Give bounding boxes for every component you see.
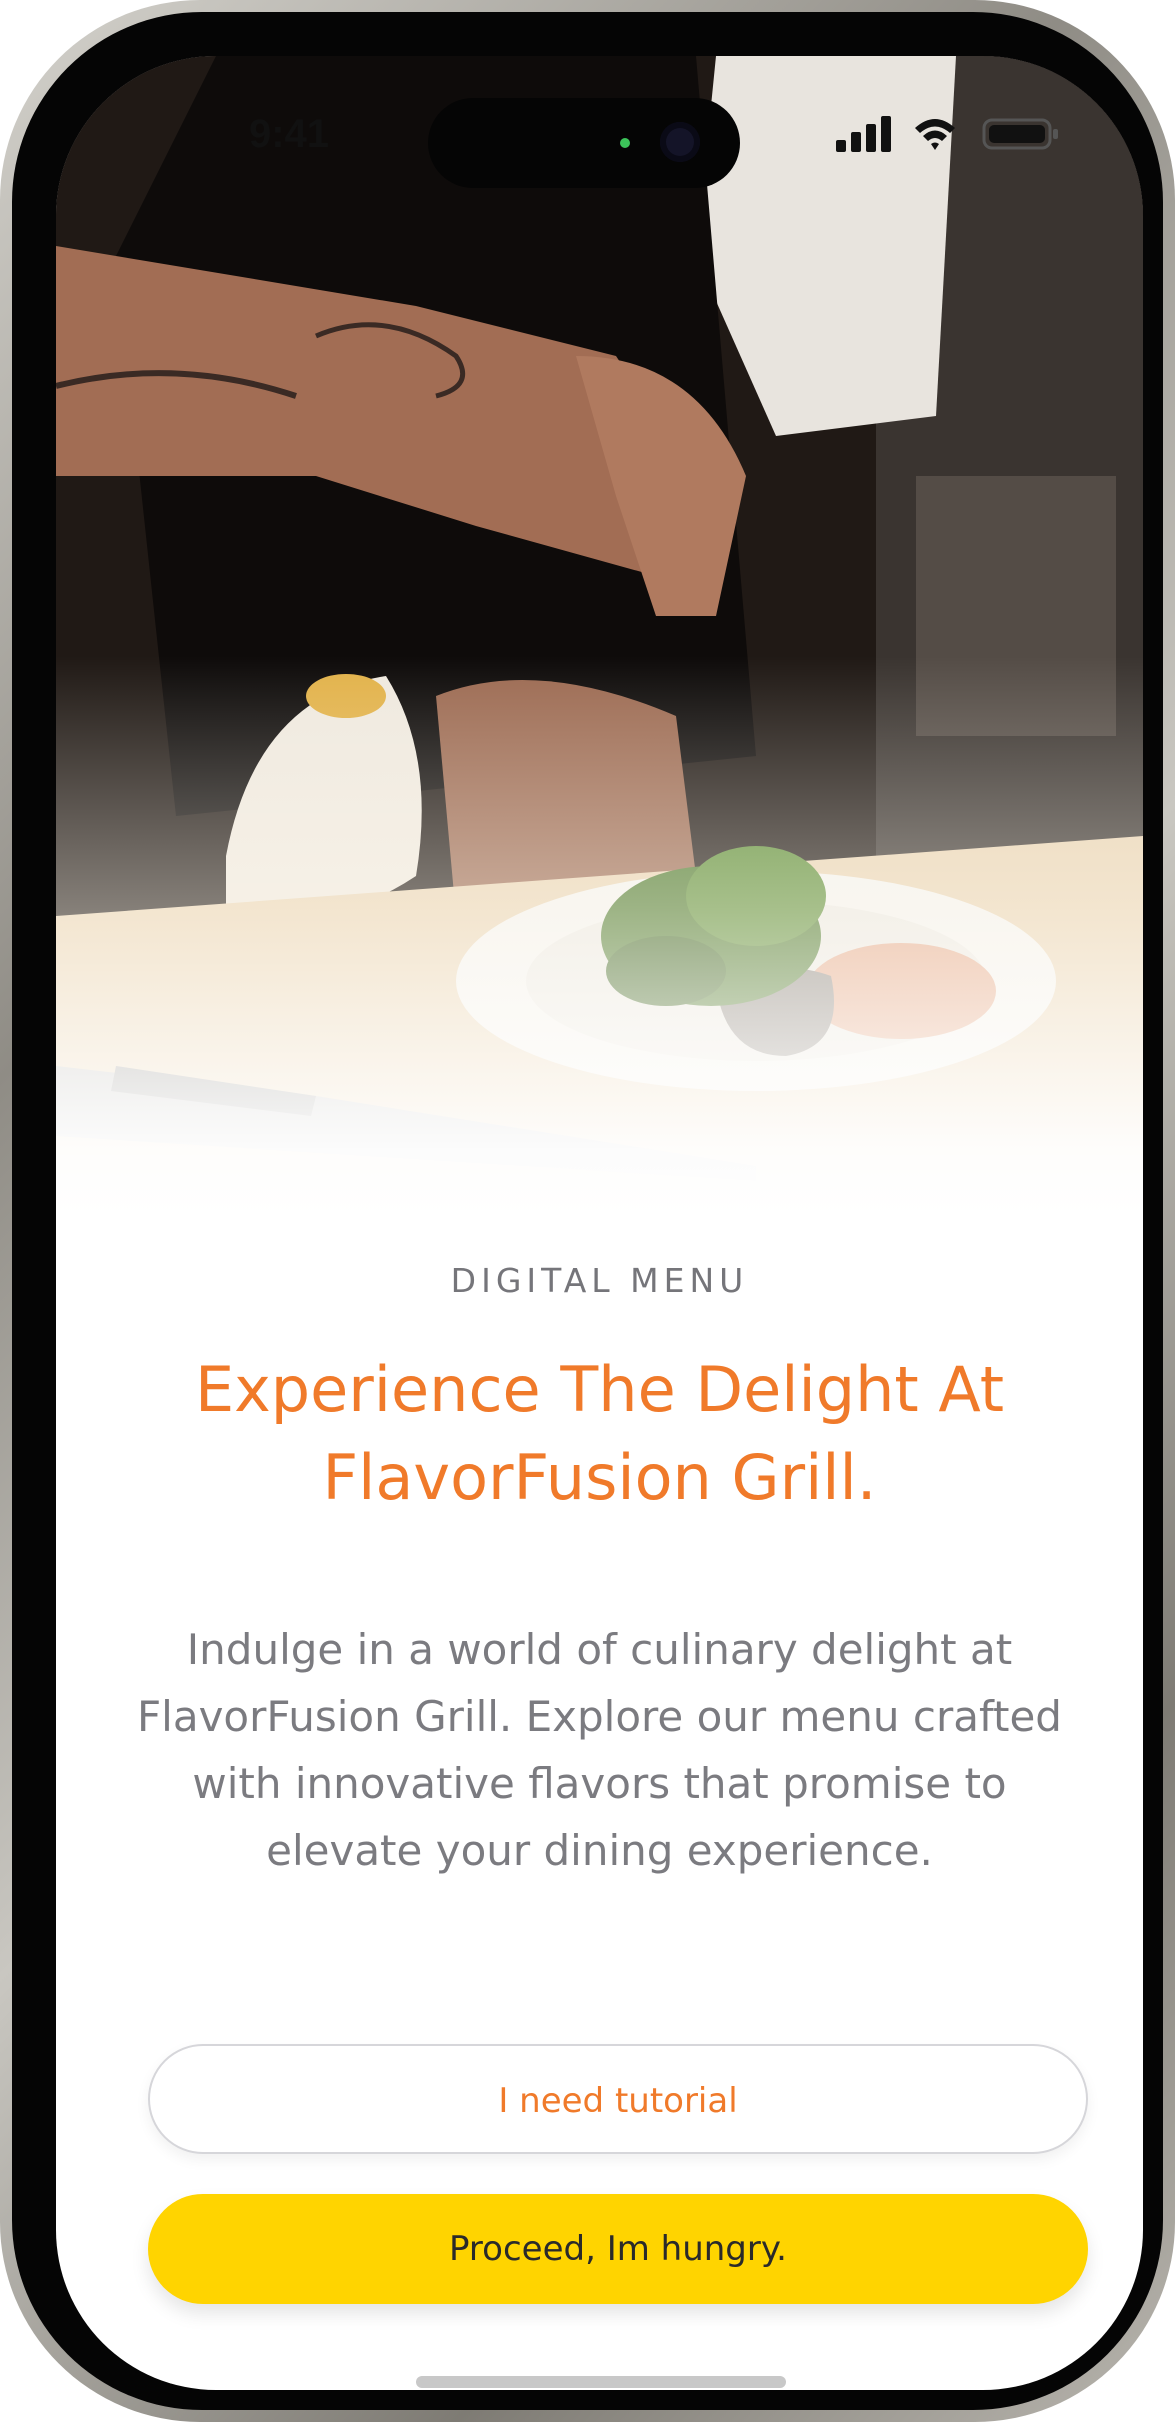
home-indicator[interactable] xyxy=(416,2376,786,2388)
eyebrow-label: DIGITAL MENU xyxy=(450,1261,749,1300)
page-title-line-2: FlavorFusion Grill. xyxy=(322,1441,877,1514)
wifi-icon xyxy=(915,119,955,150)
proceed-button[interactable]: Proceed, Im hungry. xyxy=(148,2194,1088,2304)
app-screen: 9:41 DIGITAL MENU Experience The Delight… xyxy=(56,56,1143,2390)
front-camera-icon xyxy=(660,122,700,162)
dynamic-island xyxy=(428,98,740,188)
phone-bezel: 9:41 DIGITAL MENU Experience The Delight… xyxy=(12,12,1163,2410)
privacy-indicator-icon xyxy=(620,138,630,148)
hero-fade-overlay xyxy=(56,656,1143,1216)
cellular-signal-icon xyxy=(836,116,891,152)
intro-description: Indulge in a world of culinary delight a… xyxy=(137,1625,1062,1875)
status-icons xyxy=(836,114,1066,154)
page-title: Experience The Delight At FlavorFusion G… xyxy=(146,1346,1053,1522)
tutorial-button[interactable]: I need tutorial xyxy=(148,2044,1088,2154)
status-time: 9:41 xyxy=(248,112,330,156)
battery-icon xyxy=(982,118,1058,150)
phone-frame: 9:41 DIGITAL MENU Experience The Delight… xyxy=(0,0,1175,2422)
hero-image xyxy=(56,56,1143,1216)
page-title-line-1: Experience The Delight At xyxy=(194,1353,1005,1426)
